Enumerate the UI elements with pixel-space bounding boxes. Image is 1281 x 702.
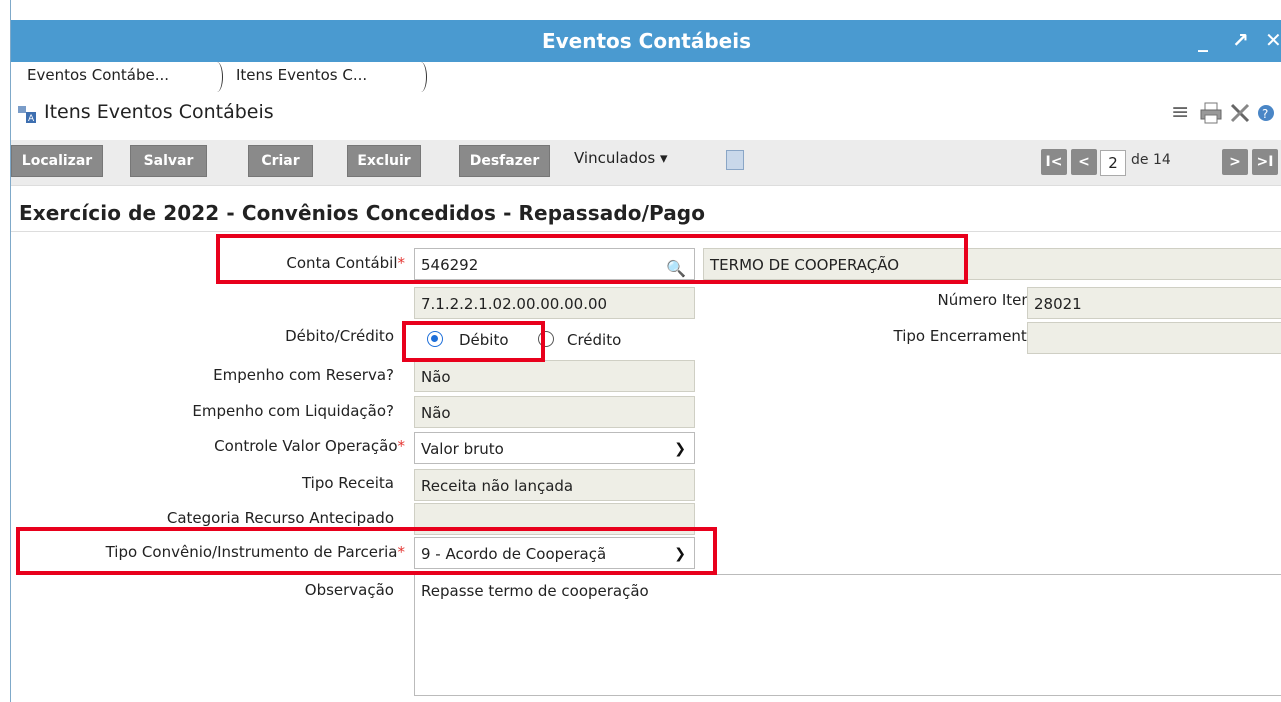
maximize-icon[interactable]: ↗ [1232,28,1249,52]
excluir-button[interactable]: Excluir [347,145,421,177]
breadcrumb: Eventos Contábe... Itens Eventos C... [11,62,1281,94]
first-page-button[interactable]: I< [1041,149,1067,175]
svg-text:?: ? [1262,107,1268,121]
localizar-button[interactable]: Localizar [11,145,103,177]
controle-valor-label: Controle Valor Operação* [214,437,405,455]
close-icon[interactable]: ✕ [1265,28,1281,52]
credito-radio-label[interactable]: Crédito [567,331,621,349]
empenho-reserva-label: Empenho com Reserva? [213,366,394,384]
highlight-tipo-convenio [16,527,717,575]
debito-credito-label: Débito/Crédito [285,327,394,345]
header-tools: ≡ ? [1171,100,1281,130]
observacao-label: Observação [304,581,394,599]
empenho-liquidacao-field: Não [414,396,695,428]
breadcrumb-item-eventos[interactable]: Eventos Contábe... [27,66,169,84]
tools-icon[interactable] [1229,102,1251,124]
table-icon: A [18,106,36,124]
app-window: Eventos Contábeis _ ↗ ✕ Eventos Contábe.… [10,0,1281,702]
print-icon[interactable] [1199,102,1223,124]
vinculados-dropdown[interactable]: Vinculados ▾ [574,149,668,167]
menu-icon[interactable]: ≡ [1171,100,1189,125]
breadcrumb-separator [211,62,223,92]
page-count-label: de 14 [1131,152,1171,168]
criar-button[interactable]: Criar [248,145,313,177]
chevron-down-icon: ❯ [674,441,686,457]
empenho-liquidacao-label: Empenho com Liquidação? [192,402,394,420]
salvar-button[interactable]: Salvar [130,145,207,177]
empenho-reserva-field: Não [414,360,695,392]
observacao-textarea[interactable]: Repasse termo de cooperação [414,574,1281,696]
controle-valor-value: Valor bruto [421,440,504,458]
controle-valor-label-text: Controle Valor Operação [214,437,398,455]
last-page-button[interactable]: >I [1252,149,1278,175]
tipo-receita-label: Tipo Receita [301,474,394,492]
breadcrumb-item-itens[interactable]: Itens Eventos C... [236,66,367,84]
page-number-input[interactable]: 2 [1100,150,1126,176]
minimize-icon[interactable]: _ [1198,28,1208,52]
tipo-encerramento-label: Tipo Encerramento [893,327,1036,345]
numero-item-label: Número Item [937,291,1037,309]
highlight-conta-contabil [216,234,968,284]
categoria-recurso-label: Categoria Recurso Antecipado [166,509,394,527]
tipo-receita-field: Receita não lançada [414,469,695,501]
section-divider [11,231,1281,232]
tipo-encerramento-field [1027,322,1281,354]
next-page-button[interactable]: > [1222,149,1248,175]
required-mark: * [397,437,406,455]
highlight-debito [402,321,545,362]
page-title: Itens Eventos Contábeis [44,101,274,123]
numero-item-field: 28021 [1027,287,1281,319]
desfazer-button[interactable]: Desfazer [459,145,550,177]
breadcrumb-separator [415,62,427,92]
section-title: Exercício de 2022 - Convênios Concedidos… [19,201,706,225]
svg-text:A: A [28,114,35,124]
document-icon[interactable] [726,150,744,170]
window-titlebar: Eventos Contábeis _ ↗ ✕ [11,20,1281,62]
action-toolbar: Localizar Salvar Criar Excluir Desfazer … [11,140,1281,186]
conta-contabil-code: 7.1.2.2.1.02.00.00.00.00 [414,287,695,319]
help-icon[interactable]: ? [1257,104,1275,122]
controle-valor-select[interactable]: Valor bruto ❯ [414,432,695,464]
window-title: Eventos Contábeis [541,29,752,53]
prev-page-button[interactable]: < [1071,149,1097,175]
